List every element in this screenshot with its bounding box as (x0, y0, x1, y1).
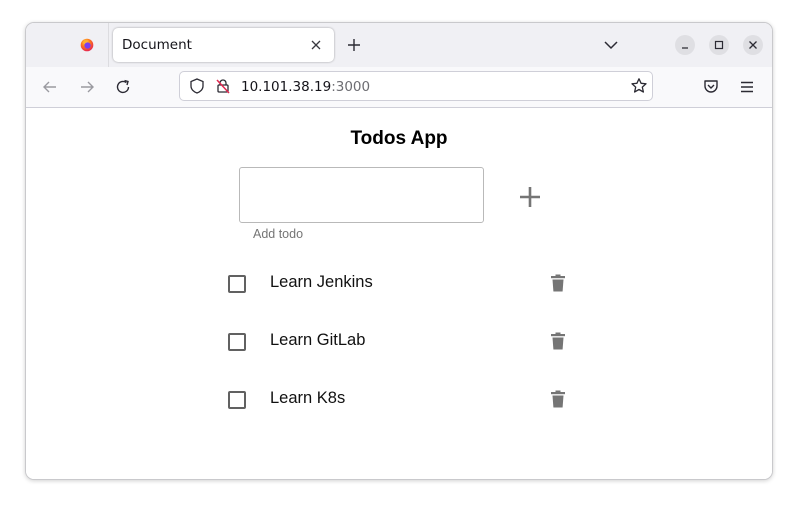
star-icon[interactable] (630, 77, 648, 95)
delete-todo-button[interactable] (548, 273, 568, 293)
delete-todo-button[interactable] (548, 389, 568, 409)
todo-input[interactable] (239, 167, 484, 223)
tab-document[interactable]: Document (113, 28, 334, 62)
todo-checkbox[interactable] (228, 333, 246, 351)
url-text[interactable]: 10.101.38.19:3000 (241, 79, 370, 95)
url-port: :3000 (331, 79, 371, 95)
minimize-icon (682, 47, 688, 49)
trash-icon (551, 332, 565, 350)
maximize-button[interactable] (709, 35, 729, 55)
chevron-down-icon[interactable] (603, 38, 619, 52)
todo-item: Learn K8s (226, 379, 576, 419)
trash-icon (551, 274, 565, 292)
todo-input-helper-text: Add todo (253, 227, 304, 241)
url-bar[interactable]: 10.101.38.19:3000 (179, 71, 653, 101)
arrow-left-icon[interactable] (41, 78, 59, 96)
tab-strip: Document (26, 23, 772, 67)
todo-text: Learn Jenkins (270, 273, 373, 291)
close-icon[interactable] (309, 38, 323, 52)
todo-checkbox[interactable] (228, 391, 246, 409)
todo-item: Learn GitLab (226, 321, 576, 361)
browser-window: Document 10.101.38.19:3000 Todos App Add… (25, 22, 773, 480)
todo-text: Learn GitLab (270, 331, 366, 349)
arrow-right-icon[interactable] (78, 78, 96, 96)
tab-title: Document (122, 37, 192, 53)
close-icon (749, 41, 757, 49)
url-host: 10.101.38.19 (241, 79, 332, 95)
hamburger-menu-icon[interactable] (738, 78, 756, 96)
shield-icon[interactable] (188, 77, 206, 95)
delete-todo-button[interactable] (548, 331, 568, 351)
navigation-toolbar: 10.101.38.19:3000 (26, 67, 772, 108)
add-todo-button[interactable] (514, 181, 546, 213)
close-window-button[interactable] (743, 35, 763, 55)
plus-icon[interactable] (346, 37, 362, 53)
plus-icon (520, 187, 540, 207)
todo-text: Learn K8s (270, 389, 346, 407)
minimize-button[interactable] (675, 35, 695, 55)
page-title: Todos App (350, 128, 448, 149)
maximize-icon (714, 40, 724, 50)
lock-icon[interactable] (214, 77, 232, 95)
todo-checkbox[interactable] (228, 275, 246, 293)
firefox-icon[interactable] (80, 38, 94, 52)
page-content: Todos App Add todo Learn Jenkins Learn G… (26, 108, 772, 479)
trash-icon (551, 390, 565, 408)
tab-strip-separator (108, 23, 109, 67)
todo-item: Learn Jenkins (226, 263, 576, 303)
pocket-icon[interactable] (702, 78, 720, 96)
reload-icon[interactable] (114, 78, 132, 96)
